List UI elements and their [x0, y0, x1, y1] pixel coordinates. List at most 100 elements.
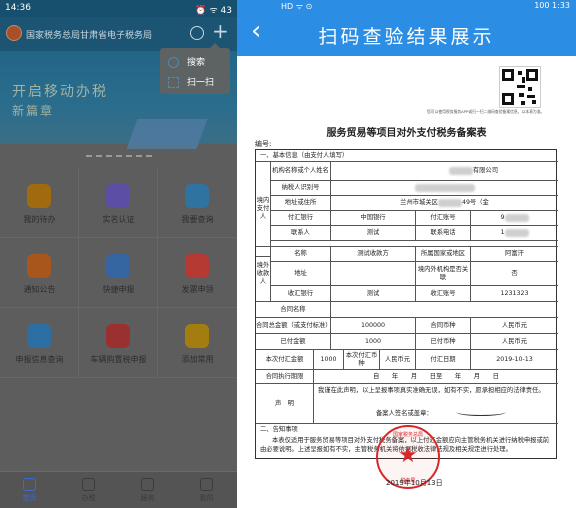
- screenshot-root: 14:36 ⏰ ᯤ 43 国家税务总局甘肃省电子税务局 + 开启移动办税 新篇章…: [0, 0, 576, 508]
- account-label: 付汇账号: [416, 211, 471, 225]
- document-title: 服务贸易等项目对外支付税务备案表: [326, 128, 487, 139]
- contact-label: 联系人: [271, 226, 331, 240]
- grid-item-query[interactable]: 我要查询: [158, 168, 237, 238]
- date-text: 2019年10月13日: [386, 479, 443, 487]
- form-row: 声 明 我谨在此声明，以上呈报事项真实准确无误，如有不实，愿承担相应的法律责任。…: [256, 384, 558, 424]
- banner-line2: 新篇章: [12, 104, 55, 118]
- grid-item-label: 车辆购置税申报: [90, 355, 147, 364]
- recv-bank-value: 测试: [331, 286, 416, 301]
- org-name-value: 有限公司: [331, 162, 558, 180]
- nav-label: 办税: [81, 494, 96, 502]
- qr-finder: [502, 93, 514, 105]
- stamp-top-text: 国家税务总局: [392, 432, 423, 438]
- this-currency-label: 本次付汇币种: [344, 350, 380, 369]
- grid-item-todo[interactable]: 我的待办: [0, 168, 79, 238]
- form-row: 名称 测试收款方 所属国家或地区 阿富汗: [271, 246, 558, 262]
- grid-item-label: 发票申领: [181, 285, 214, 294]
- grid-item-label: 我要查询: [181, 215, 214, 224]
- paid-currency-value: 人民币元: [501, 337, 528, 345]
- star-icon: ★: [398, 443, 418, 468]
- redacted: [437, 199, 462, 207]
- grid-item-label: 通知公告: [23, 285, 56, 294]
- redacted: [504, 229, 529, 237]
- title-bar: ‹ 扫码查验结果展示: [237, 12, 576, 56]
- qr-module: [527, 95, 535, 98]
- qr-module: [519, 93, 524, 97]
- total-value: 100000: [331, 318, 416, 333]
- tax-id-label: 纳税人识别号: [271, 181, 331, 195]
- address-text-2: 49号（金: [461, 199, 489, 206]
- qr-module: [522, 77, 525, 83]
- form-row: 机构名称或个人姓名 有限公司: [271, 162, 558, 181]
- address-label: 地址或住所: [271, 196, 331, 210]
- home-icon: [23, 478, 36, 491]
- form-row: 地址 境内外机构是否关联 否: [271, 262, 558, 286]
- tax-id-value: [331, 181, 558, 195]
- app-header: 国家税务总局甘肃省电子税务局 +: [0, 17, 237, 51]
- sign-text: 备案人签名或盖章：: [376, 410, 433, 417]
- function-grid: 我的待办 实名认证 我要查询 通知公告 快捷申报 发票申领 申报信息查询 车辆购…: [0, 168, 237, 380]
- bank-value: 中国银行: [331, 211, 416, 225]
- payer-group-label: 境内支付人: [256, 162, 271, 257]
- grid-item-realname[interactable]: 实名认证: [79, 168, 158, 238]
- right-phone-screen: HD ᯤ ⊙ 100 1:33 ‹ 扫码查验结果展示 您可以使用税务服务APP或…: [237, 0, 576, 508]
- bottom-nav: 首页 办税 服务 我的: [0, 471, 237, 508]
- status-time: 14:36: [5, 3, 31, 13]
- status-bar: HD ᯤ ⊙ 100 1:33: [237, 0, 576, 12]
- pay-date-value: 2019-10-13: [496, 355, 533, 363]
- menu-item-search[interactable]: 搜索: [168, 55, 205, 68]
- megaphone-icon: [27, 254, 51, 278]
- id-card-icon: [106, 184, 130, 208]
- nav-service[interactable]: 服务: [118, 472, 177, 508]
- document-icon: [27, 324, 51, 348]
- nav-tax[interactable]: 办税: [59, 472, 118, 508]
- banner-pagination: [86, 155, 152, 157]
- qr-module: [521, 101, 525, 105]
- form-row: 已付金额 1000 已付币种 人民币元: [256, 334, 558, 350]
- payee-group-label: 境外收款人: [256, 246, 271, 302]
- menu-item-scan[interactable]: 扫一扫: [168, 75, 214, 88]
- grid-item-label: 快捷申报: [102, 285, 135, 294]
- banner-line1: 开启移动办税: [12, 84, 108, 100]
- grid-item-notice[interactable]: 通知公告: [0, 238, 79, 308]
- address-text: 兰州市城关区: [400, 199, 438, 206]
- app-title: 国家税务总局甘肃省电子税务局: [26, 31, 153, 41]
- country-label: 所属国家或地区: [416, 247, 471, 261]
- payee-address-label: 地址: [271, 262, 331, 285]
- this-currency-value: 人民币元: [380, 350, 416, 369]
- qr-finder: [502, 69, 514, 81]
- plus-menu-button[interactable]: +: [212, 21, 229, 41]
- user-icon[interactable]: [190, 26, 204, 40]
- overseas-value: 否: [511, 269, 518, 277]
- pay-date-label: 付汇日期: [416, 350, 471, 369]
- org-name-text: 有限公司: [472, 167, 498, 174]
- section1-header: 一、基本信息（由支付人填写）: [260, 151, 349, 159]
- person-icon: [200, 478, 213, 491]
- tax-emblem-icon: [6, 25, 22, 41]
- send-icon: [106, 254, 130, 278]
- account-text: 9: [500, 214, 505, 221]
- contact-value: 测试: [331, 226, 416, 240]
- menu-item-search-label: 搜索: [187, 58, 206, 68]
- nav-home[interactable]: 首页: [0, 472, 59, 508]
- total-label: 合同总金额（或支付标准）: [256, 318, 331, 333]
- org-name-label: 机构名称或个人姓名: [271, 162, 331, 180]
- grid-item-invoice[interactable]: 发票申领: [158, 238, 237, 308]
- grid-item-label: 实名认证: [102, 215, 135, 224]
- todo-icon: [27, 184, 51, 208]
- search-icon: [185, 184, 209, 208]
- redacted: [414, 184, 475, 192]
- recv-account-label: 收汇账号: [416, 286, 471, 301]
- page-title: 扫码查验结果展示: [318, 26, 495, 48]
- dropdown-arrow: [210, 43, 220, 48]
- grid-item-add-favorite[interactable]: 添加常用: [158, 308, 237, 378]
- document-number: 编号:: [255, 140, 272, 148]
- status-bar: 14:36 ⏰ ᯤ 43: [0, 0, 237, 17]
- grid-item-vehicle-tax[interactable]: 车辆购置税申报: [79, 308, 158, 378]
- grid-item-declare-query[interactable]: 申报信息查询: [0, 308, 79, 378]
- grid-item-quick-declare[interactable]: 快捷申报: [79, 238, 158, 308]
- status-left: HD ᯤ ⊙: [281, 2, 313, 11]
- currency-value: 人民币元: [501, 321, 528, 329]
- nav-mine[interactable]: 我的: [177, 472, 236, 508]
- nav-label: 服务: [140, 494, 155, 502]
